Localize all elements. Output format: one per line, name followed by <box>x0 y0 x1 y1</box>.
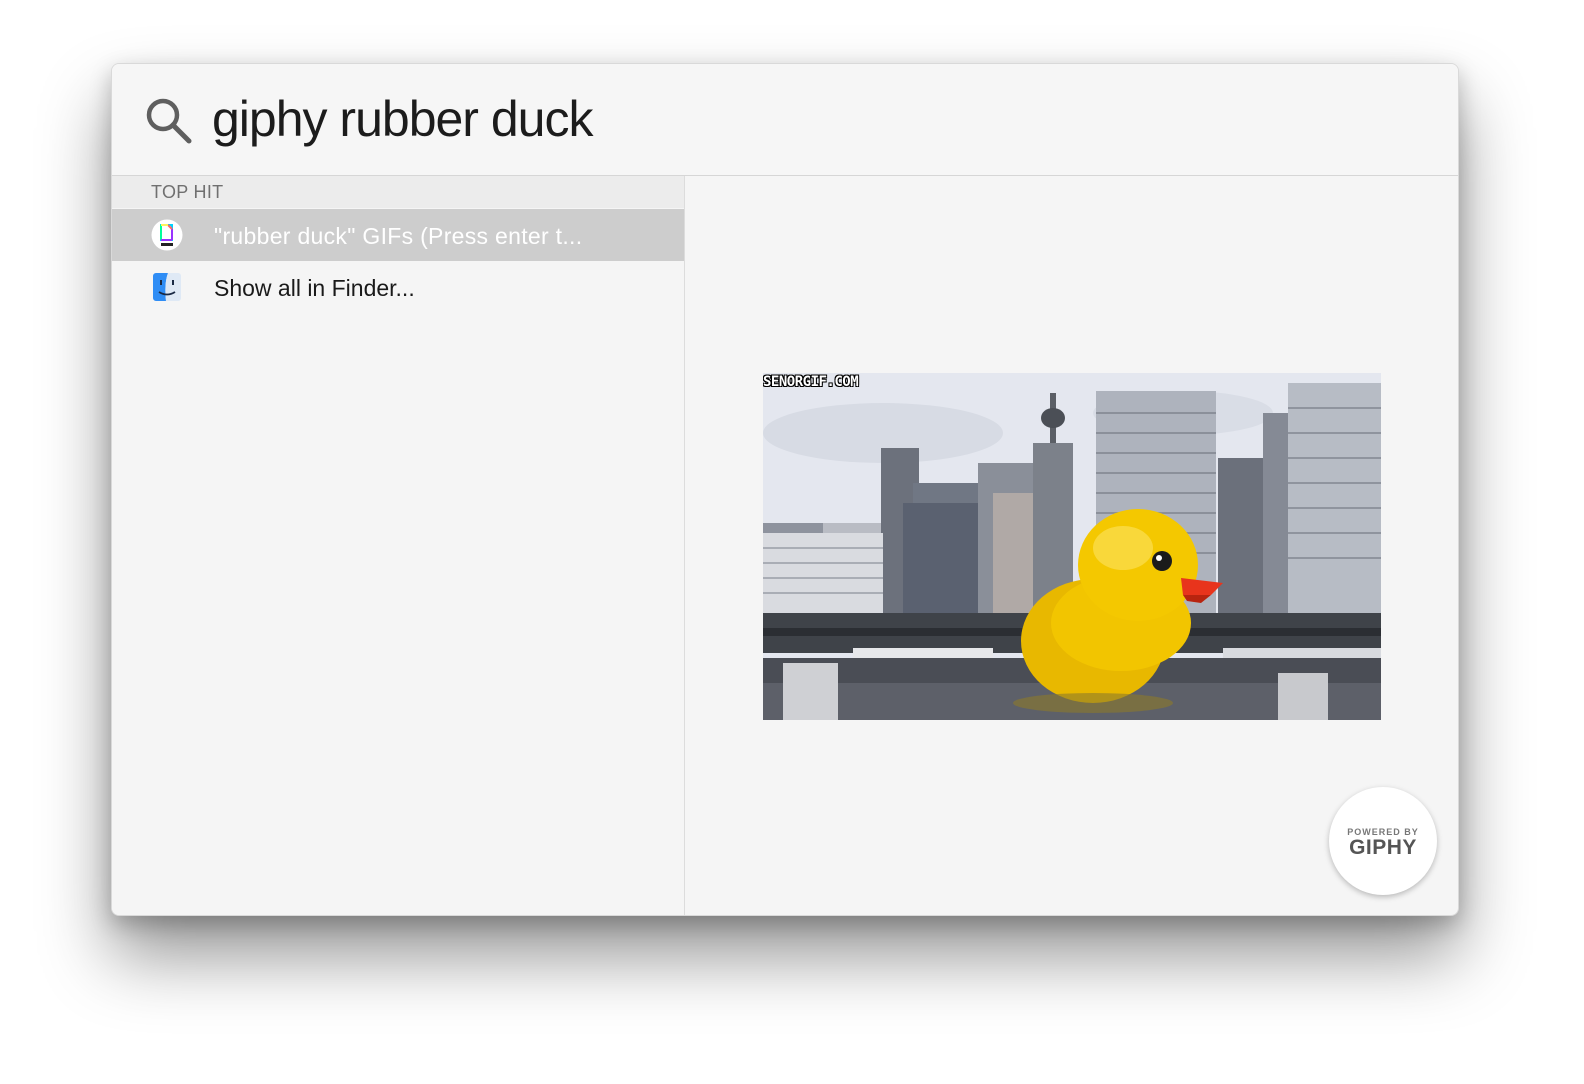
giphy-app-icon <box>151 219 183 251</box>
result-item-show-in-finder[interactable]: Show all in Finder... <box>112 261 684 313</box>
rubber-duck-scene <box>763 373 1381 720</box>
section-header-label: TOP HIT <box>151 182 224 202</box>
section-header: TOP HIT <box>112 176 684 208</box>
search-bar[interactable]: giphy rubber duck <box>112 64 1458 176</box>
search-icon <box>146 98 192 144</box>
badge-giphy-logo: GIPHY <box>1349 836 1417 859</box>
search-input[interactable]: giphy rubber duck <box>212 86 593 152</box>
preview-pane: SENORGIF.COM POWERED BY GIPHY <box>685 176 1458 915</box>
results-list: TOP HIT "rubber duck" GIFs (Press enter … <box>112 176 685 915</box>
finder-icon <box>153 273 181 301</box>
gif-preview-image[interactable]: SENORGIF.COM <box>763 373 1381 720</box>
powered-by-giphy-badge[interactable]: POWERED BY GIPHY <box>1329 787 1437 895</box>
result-item-giphy-gifs[interactable]: "rubber duck" GIFs (Press enter t... <box>112 209 684 261</box>
result-item-label: Show all in Finder... <box>214 275 415 301</box>
gif-watermark: SENORGIF.COM <box>763 374 859 390</box>
result-item-label: "rubber duck" GIFs (Press enter t... <box>214 223 583 249</box>
spotlight-window: giphy rubber duck TOP HIT "rubber duck" … <box>111 63 1459 916</box>
